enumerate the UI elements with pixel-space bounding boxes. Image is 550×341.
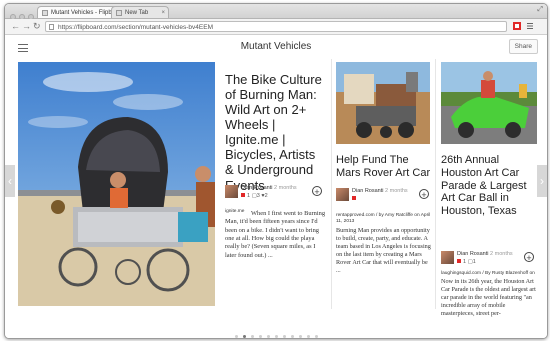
article-image-mars-rover[interactable] [336,62,430,144]
article-meta: Dian Rosanti 2 months 1 ▢1 [441,251,537,269]
tab-close-icon[interactable]: × [161,7,165,18]
avatar[interactable] [441,251,454,264]
forward-icon[interactable]: → [22,21,31,31]
settings-menu-icon[interactable] [526,22,534,30]
browser-window: Mutant Vehicles - Flipbo... × New Tab × … [4,3,548,339]
article-source[interactable]: laughingsquid.com / By Rusty Blazenhoff … [441,271,535,276]
article-author[interactable]: Dian Rosanti 2 months [457,251,513,257]
column-divider [435,59,436,309]
article-stats [352,196,358,202]
comments-count: 1 [472,259,476,265]
flipboard-icon [352,196,356,200]
page-dot[interactable] [274,335,278,338]
article-meta: Dian Rosanti 2 months 1 ▢3 ♥2 [225,185,325,203]
page-dot[interactable] [306,335,310,338]
article-excerpt[interactable]: Burning Man provides an opportunity to b… [336,227,432,275]
plus-icon[interactable]: + [312,186,322,197]
article-title[interactable]: Help Fund The Mars Rover Art Car [336,154,431,180]
comments-count: 3 [256,193,260,199]
likes-count: 1 [247,193,251,199]
article-author[interactable]: Dian Rosanti 2 months [241,185,297,191]
page-favicon-icon [116,10,122,16]
tab-new-tab[interactable]: New Tab × [111,6,169,18]
article-source[interactable]: rentapproved.com / by Amy Ratcliffe on A… [336,213,431,225]
article-stats: 1 ▢3 ♥2 [241,193,268,199]
page-dot[interactable] [290,335,294,338]
article-time: 2 months [385,188,408,194]
flipboard-extension-icon[interactable] [513,22,521,30]
author-name: Dian Rosanti [241,185,273,191]
flipboard-icon [241,193,245,197]
page-dot[interactable] [250,335,254,338]
page-favicon-icon [42,10,48,16]
column-divider [331,59,332,309]
chevron-left-icon[interactable]: ‹ [5,165,15,197]
article-stats: 1 ▢1 [457,259,476,265]
tab-strip: Mutant Vehicles - Flipbo... × New Tab × … [5,4,547,20]
flipboard-page: Mutant Vehicles Share ‹ › The Bike Cultu… [5,35,547,338]
article-title[interactable]: The Bike Culture of Burning Man: Wild Ar… [225,72,325,193]
tab-label: New Tab [125,10,149,16]
article-image-bike[interactable] [18,62,215,306]
article-image-art-car[interactable] [441,62,537,144]
page-dot[interactable] [298,335,302,338]
page-icon [49,24,54,30]
page-dot-active[interactable] [242,335,246,338]
plus-icon[interactable]: + [419,189,429,200]
page-dot[interactable] [314,335,318,338]
author-name: Dian Rosanti [352,188,384,194]
page-dot[interactable] [282,335,286,338]
article-meta: Dian Rosanti 2 months [336,188,431,206]
plus-icon[interactable]: + [524,252,534,263]
article-time: 2 months [490,251,513,257]
article-excerpt[interactable]: Now in its 26th year, the Houston Art Ca… [441,278,537,318]
flipboard-icon [457,259,461,263]
address-bar[interactable]: https://flipboard.com/section/mutant-veh… [45,21,507,32]
article-excerpt[interactable]: When I first went to Burning Man, it'd b… [225,210,327,260]
hearts-count: 2 [264,193,268,199]
pagination-dots [5,325,547,338]
article-title[interactable]: 26th Annual Houston Art Car Parade & Lar… [441,154,537,218]
page-dot[interactable] [234,335,238,338]
chevron-right-icon[interactable]: › [537,165,547,197]
reload-icon[interactable]: ↻ [33,21,41,31]
article-time: 2 months [274,185,297,191]
browser-toolbar: ← → ↻ https://flipboard.com/section/muta… [5,19,547,35]
article-author[interactable]: Dian Rosanti 2 months [352,188,408,194]
avatar[interactable] [225,185,238,198]
fullscreen-icon[interactable]: ⤢ [537,6,543,14]
likes-count: 1 [463,259,467,265]
avatar[interactable] [336,188,349,201]
back-icon[interactable]: ← [11,21,20,31]
page-dot[interactable] [258,335,262,338]
page-dot[interactable] [266,335,270,338]
page-title: Mutant Vehicles [240,41,312,52]
url-text: https://flipboard.com/section/mutant-veh… [58,24,213,31]
author-name: Dian Rosanti [457,251,489,257]
tab-label: Mutant Vehicles - Flipbo... [51,10,121,16]
share-button[interactable]: Share [508,39,538,54]
